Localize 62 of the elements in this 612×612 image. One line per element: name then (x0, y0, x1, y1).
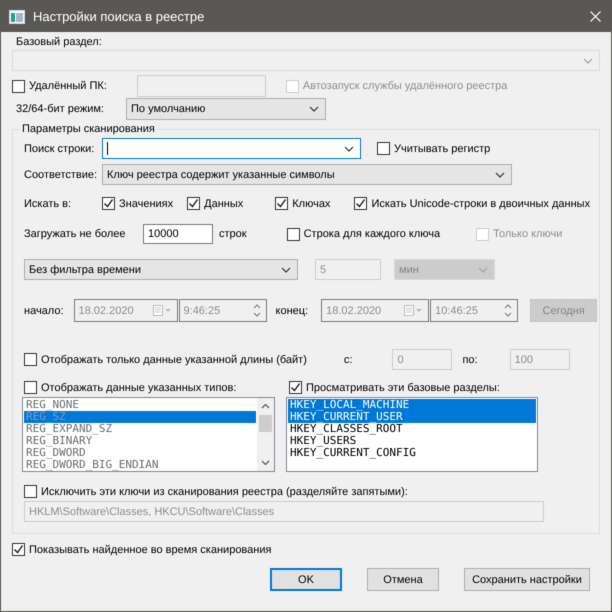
list-item[interactable]: HKEY_CURRENT_USER (288, 411, 536, 423)
roots-list[interactable]: HKEY_LOCAL_MACHINE HKEY_CURRENT_USER HKEY_CLASSES_ROOT HKEY_USERS HKEY_CURRENT_CONFIG (286, 397, 538, 472)
list-item[interactable]: HKEY_USERS (288, 435, 536, 447)
unicode-checkbox[interactable]: Искать Unicode-строки в двоичных данных (354, 197, 590, 210)
chevron-down-icon (495, 172, 505, 178)
window-title: Настройки поиска в реестре (33, 9, 206, 24)
calendar-icon (152, 305, 173, 316)
chevron-down-icon (583, 58, 593, 64)
check-icon (103, 198, 114, 209)
time-filter-dropdown[interactable]: Без фильтра времени (24, 259, 298, 280)
search-in-checkbox[interactable]: Ключах (275, 197, 330, 210)
list-item[interactable]: REG_DWORD_BIG_ENDIAN (24, 459, 256, 471)
field-label: Поиск строки: (24, 142, 96, 154)
search-in-checkbox[interactable]: Данных (187, 197, 244, 210)
check-icon (188, 198, 200, 209)
limit-field[interactable]: 10000 (143, 224, 213, 244)
case-checkbox[interactable]: Учитывать регистр (377, 142, 490, 155)
chevron-down-icon (344, 146, 354, 152)
check-icon (355, 198, 366, 209)
search-field[interactable] (102, 138, 361, 159)
check-icon (290, 382, 301, 393)
text-cursor-icon (107, 142, 109, 155)
date-label: конец: (276, 304, 308, 316)
length-checkbox[interactable]: Отображать только данные указанной длины (байт) (24, 353, 307, 366)
chevron-down-icon (309, 106, 319, 112)
types-checkbox[interactable]: Отображать данные указанных типов: (24, 381, 236, 394)
field-label: по: (462, 354, 478, 366)
list-item[interactable]: HKEY_CLASSES_ROOT (288, 423, 536, 435)
scrollbar[interactable] (257, 398, 274, 471)
search-in-checkbox[interactable]: Значениях (102, 197, 174, 210)
field-label: Базовый раздел: (16, 36, 103, 48)
check-icon (13, 544, 24, 555)
dialog-button[interactable]: Отмена (367, 568, 439, 591)
types-list[interactable]: REG_NONE REG_SZ REG_EXPAND_SZ REG_BINARY REG_DWORD REG_DWORD_BIG_ENDIAN (22, 397, 275, 472)
group-title: Параметры сканирования (21, 123, 156, 135)
field-label: Искать в: (24, 198, 72, 210)
check-icon (276, 198, 288, 209)
list-item[interactable]: REG_BINARY (24, 435, 256, 447)
calendar-icon (404, 305, 424, 316)
list-item[interactable]: REG_DWORD (24, 447, 256, 459)
field-label: Соответствие: (24, 168, 98, 180)
list-item[interactable]: REG_NONE (24, 399, 256, 411)
dialog-button[interactable]: Сохранить настройки (464, 568, 590, 591)
date-label: начало: (24, 304, 64, 316)
unit-label: строк (219, 228, 247, 240)
dialog-button[interactable]: OK (270, 568, 342, 591)
close-icon[interactable] (590, 11, 601, 22)
exclude-checkbox[interactable]: Исключить эти ключи из сканирования реестра (разделяйте запятыми): (24, 485, 408, 498)
app-icon (9, 10, 25, 24)
show-found-checkbox[interactable]: Показывать найденное во время сканирования (12, 543, 272, 556)
list-item[interactable]: REG_EXPAND_SZ (24, 423, 256, 435)
list-item[interactable]: HKEY_CURRENT_CONFIG (288, 447, 536, 459)
mode-dropdown[interactable]: По умолчанию (126, 98, 326, 120)
row-per-key-checkbox[interactable]: Строка для каждого ключа (286, 228, 440, 240)
list-item[interactable]: HKEY_LOCAL_MACHINE (288, 399, 536, 411)
match-dropdown[interactable]: Ключ реестра содержит указанные символы (102, 164, 512, 185)
chevron-down-icon (478, 266, 488, 272)
chevron-down-icon (281, 266, 291, 272)
field-label: Загружать не более (24, 228, 127, 240)
field-label: 32/64-бит режим: (16, 103, 105, 115)
field-label: с: (344, 354, 352, 366)
roots-checkbox[interactable]: Просматривать эти базовые разделы: (289, 381, 500, 394)
